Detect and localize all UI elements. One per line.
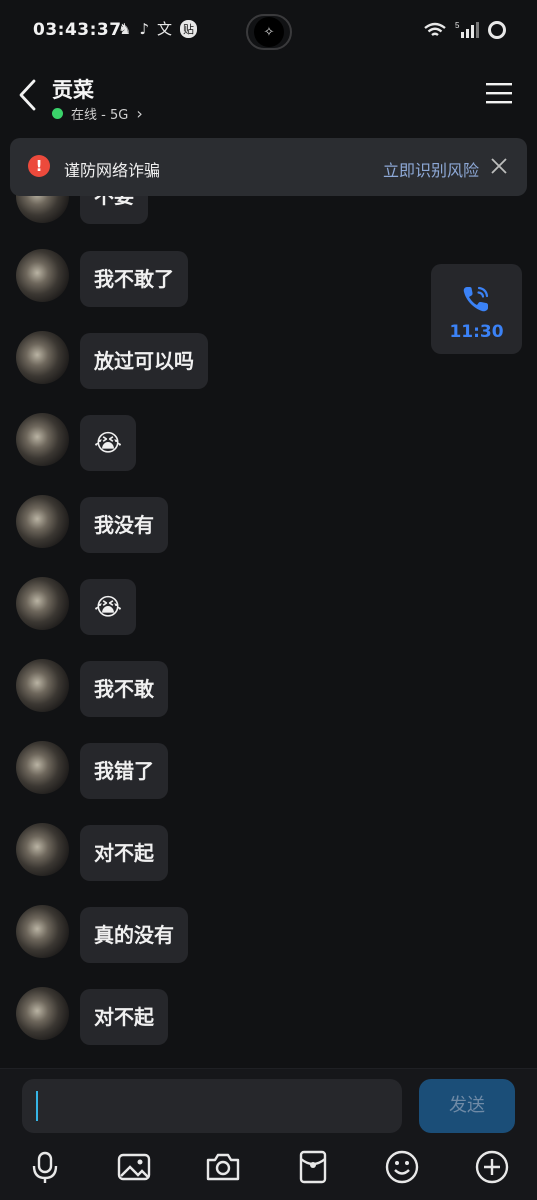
voice-call-record[interactable]: 11:30 — [431, 264, 522, 354]
notification-icons: ♞ ♪ 文 贴 — [118, 18, 198, 39]
image-icon[interactable] — [116, 1149, 152, 1185]
close-icon[interactable] — [491, 158, 507, 174]
message-bubble[interactable]: 对不起 — [80, 825, 168, 881]
back-arrow-icon[interactable] — [16, 78, 40, 112]
avatar[interactable] — [16, 823, 69, 876]
warning-icon: ! — [28, 155, 50, 177]
clock: 03:43:37 — [33, 20, 122, 40]
online-status[interactable]: 在线 - 5G › — [52, 104, 143, 123]
status-bar: 03:43:37 ♞ ♪ 文 贴 ✧ 5 — [0, 0, 537, 62]
call-duration: 11:30 — [449, 322, 504, 342]
identify-risk-link[interactable]: 立即识别风险 — [383, 157, 479, 181]
avatar[interactable] — [16, 987, 69, 1040]
camera-icon[interactable] — [205, 1149, 241, 1185]
online-status-text: 在线 - 5G — [71, 108, 129, 123]
battery-icon — [488, 21, 506, 39]
translate-icon: 文 — [157, 20, 173, 38]
phone-icon — [463, 286, 489, 312]
wifi-icon — [424, 22, 446, 36]
message-input[interactable] — [22, 1079, 402, 1133]
avatar[interactable] — [16, 741, 69, 794]
add-icon[interactable] — [474, 1149, 510, 1185]
composer: 发送 — [0, 1068, 537, 1200]
message-bubble[interactable]: 我没有 — [80, 497, 168, 553]
online-dot-icon — [52, 108, 63, 119]
message-bubble[interactable]: 真的没有 — [80, 907, 188, 963]
avatar[interactable] — [16, 331, 69, 384]
tiktok-icon: ♪ — [139, 19, 150, 38]
banner-text: 谨防网络诈骗 — [64, 161, 161, 180]
message-bubble[interactable]: 我不敢 — [80, 661, 168, 717]
message-bubble[interactable]: 我错了 — [80, 743, 168, 799]
send-button[interactable]: 发送 — [419, 1079, 515, 1133]
chat-header: 贡菜 在线 - 5G › — [0, 62, 537, 132]
microphone-icon[interactable] — [27, 1149, 63, 1185]
text-cursor — [36, 1091, 38, 1121]
avatar[interactable] — [16, 905, 69, 958]
qq-icon: ♞ — [118, 19, 132, 38]
message-bubble[interactable]: 对不起 — [80, 989, 168, 1045]
fraud-warning-banner: ! 谨防网络诈骗 立即识别风险 — [10, 138, 527, 196]
voice-assistant-icon: ✧ — [254, 17, 284, 47]
sticker-icon: 贴 — [180, 19, 198, 38]
avatar[interactable] — [16, 249, 69, 302]
message-bubble[interactable]: 放过可以吗 — [80, 333, 208, 389]
avatar[interactable] — [16, 577, 69, 630]
system-status-icons: 5 — [423, 20, 507, 40]
chevron-right-icon: › — [136, 104, 143, 123]
avatar[interactable] — [16, 413, 69, 466]
message-bubble[interactable]: 😭 — [80, 579, 137, 635]
menu-icon[interactable] — [486, 82, 512, 104]
message-bubble[interactable]: 我不敢了 — [80, 251, 188, 307]
avatar[interactable] — [16, 659, 69, 712]
input-toolbar — [0, 1149, 537, 1189]
signal-prefix: 5 — [455, 21, 460, 30]
message-bubble[interactable]: 😭 — [80, 415, 137, 471]
avatar[interactable] — [16, 495, 69, 548]
red-packet-icon[interactable] — [295, 1149, 331, 1185]
signal-icon: 5 — [455, 21, 479, 38]
emoji-icon[interactable] — [384, 1149, 420, 1185]
contact-name[interactable]: 贡菜 — [52, 74, 94, 104]
dynamic-island[interactable]: ✧ — [246, 14, 292, 50]
